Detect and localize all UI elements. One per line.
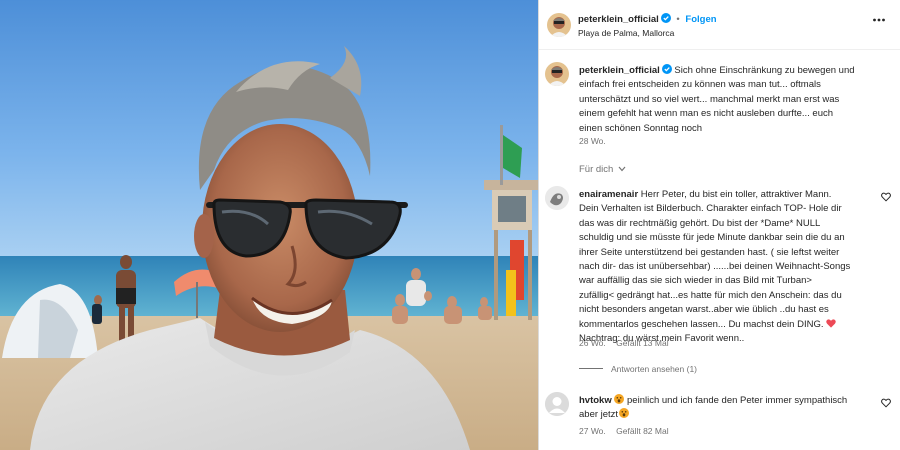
comment-username[interactable]: hvtokw bbox=[579, 395, 612, 406]
more-options-icon[interactable] bbox=[872, 13, 886, 27]
comment-text: hvtokw peinlich und ich fande den Peter … bbox=[579, 394, 869, 423]
header-author-row: peterklein_official • Folgen bbox=[578, 13, 717, 25]
heart-icon[interactable] bbox=[881, 192, 891, 202]
comment-line: aber jetzt bbox=[579, 409, 619, 421]
comment-meta: 27 Wo. Gefällt 82 Mal bbox=[579, 426, 669, 436]
post-header: peterklein_official • Folgen Playa de Pa… bbox=[539, 0, 900, 50]
comment-username[interactable]: enairamenair bbox=[579, 189, 638, 200]
view-replies-label: Antworten ansehen (1) bbox=[611, 364, 697, 374]
comment-avatar[interactable] bbox=[545, 186, 569, 210]
view-replies-button[interactable]: Antworten ansehen (1) bbox=[579, 364, 697, 374]
comment-line: das was dir rechtmäßig gehört. Du bist d… bbox=[579, 217, 821, 229]
red-heart-emoji-icon bbox=[826, 319, 836, 328]
comment-meta: 26 Wo. Gefällt 13 Mal bbox=[579, 338, 669, 348]
comment-likes[interactable]: Gefällt 13 Mal bbox=[616, 338, 668, 348]
comment-timestamp[interactable]: 26 Wo. bbox=[579, 338, 606, 348]
comment-line: Herr Peter, du bist ein toller, attrakti… bbox=[640, 189, 832, 200]
caption-line: einfach frei entscheiden zu können was m… bbox=[579, 79, 821, 91]
comment-timestamp[interactable]: 27 Wo. bbox=[579, 426, 606, 436]
comment-line: kommentarlos geschehen lassen... Du mach… bbox=[579, 318, 824, 330]
comment-line: nicht besonders angetan warst..aber wie … bbox=[579, 304, 829, 316]
caption-timestamp[interactable]: 28 Wo. bbox=[579, 136, 606, 146]
comment-line: nach dir- das ist unübersehbar) ......be… bbox=[579, 261, 851, 273]
header-separator: • bbox=[676, 14, 680, 25]
chevron-down-icon bbox=[618, 166, 626, 172]
shocked-face-emoji-icon bbox=[614, 394, 625, 404]
caption-line: einem gefehlt hat wenn man es nicht ausl… bbox=[579, 108, 834, 120]
comment-text: enairamenair Herr Peter, du bist ein tol… bbox=[579, 188, 869, 346]
verified-badge-icon bbox=[660, 13, 671, 23]
verified-badge-icon bbox=[661, 64, 672, 74]
comment-line: war auffällig das sie sich wieder in das… bbox=[579, 275, 812, 287]
comment-line: schuldig und sie müsste für jede Minute … bbox=[579, 232, 845, 244]
post-viewer: peterklein_official • Folgen Playa de Pa… bbox=[0, 0, 900, 450]
translate-label: Für dich bbox=[579, 164, 614, 175]
follow-button[interactable]: Folgen bbox=[685, 14, 716, 25]
comment-line: zufällig< gedrängt hat...es hatte für mi… bbox=[579, 289, 842, 301]
caption-avatar[interactable] bbox=[545, 62, 569, 86]
heart-icon[interactable] bbox=[881, 398, 891, 408]
caption-username[interactable]: peterklein_official bbox=[579, 65, 660, 76]
beach-selfie-image bbox=[0, 0, 538, 450]
comment-line: Dein Verhalten ist Bilderbuch. Charakter… bbox=[579, 203, 842, 215]
comment-line: peinlich und ich fande den Peter immer s… bbox=[627, 395, 848, 406]
replies-divider bbox=[579, 368, 603, 369]
shocked-face-emoji-icon bbox=[619, 408, 630, 419]
author-username[interactable]: peterklein_official bbox=[578, 14, 659, 25]
post-side-panel: peterklein_official • Folgen Playa de Pa… bbox=[538, 0, 900, 450]
caption-line: unterschätzt und so viel wert... manchma… bbox=[579, 93, 840, 105]
caption-text: peterklein_official Sich ohne Einschränk… bbox=[579, 64, 895, 136]
comment-likes[interactable]: Gefällt 82 Mal bbox=[616, 426, 668, 436]
comment-avatar[interactable] bbox=[545, 392, 569, 416]
caption-line: Sich ohne Einschränkung zu bewegen und bbox=[674, 65, 855, 76]
post-location[interactable]: Playa de Palma, Mallorca bbox=[578, 28, 674, 38]
translate-toggle[interactable]: Für dich bbox=[579, 164, 626, 175]
post-photo[interactable] bbox=[0, 0, 538, 450]
caption-line: einen schönen Sonntag noch bbox=[579, 122, 703, 134]
comment-line: ihrer Seite unterstützend bei gestanden … bbox=[579, 246, 840, 258]
author-avatar[interactable] bbox=[547, 13, 571, 37]
